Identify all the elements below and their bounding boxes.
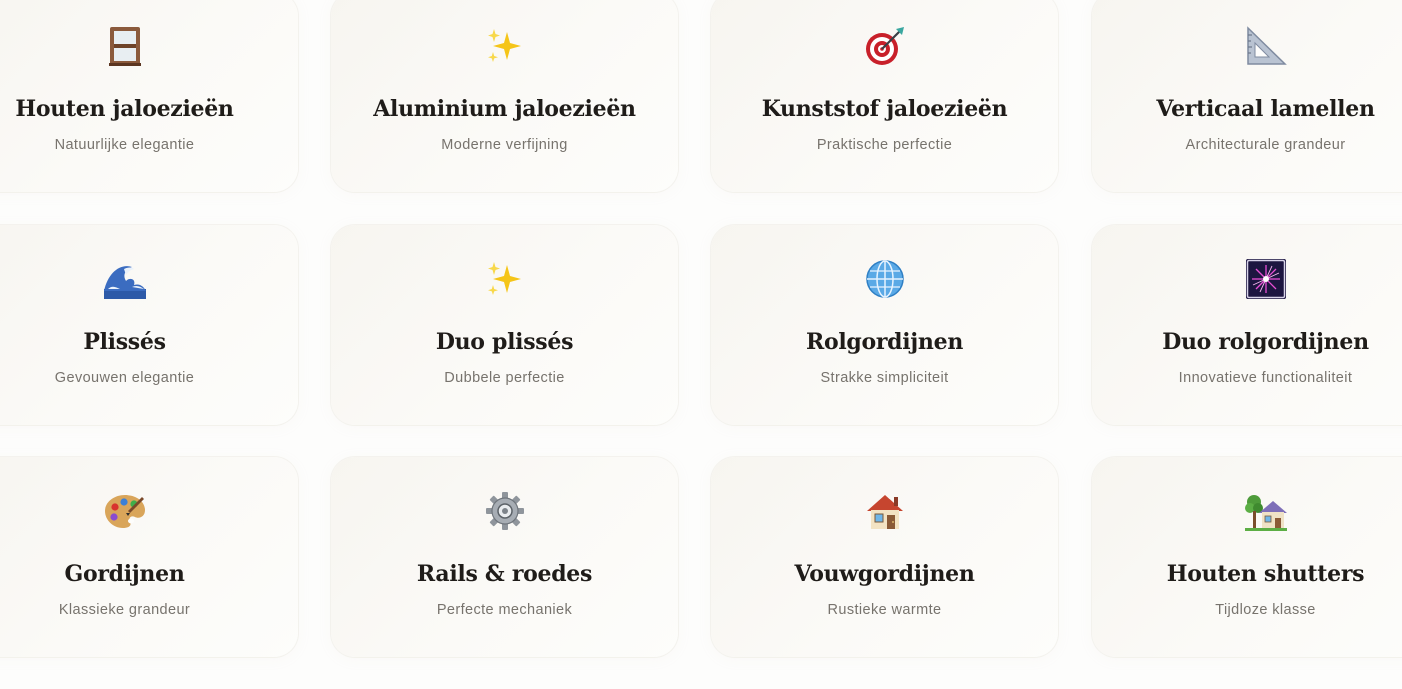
card-subtitle: Praktische perfectie [816,137,953,153]
card-subtitle: Architecturale grandeur [1185,137,1346,153]
card-rails-roedes[interactable]: Rails & roedes Perfecte mechaniek [331,457,678,657]
card-subtitle: Innovatieve functionaliteit [1178,370,1353,386]
wave-icon [103,257,147,301]
card-title: Duo plissés [435,329,574,355]
card-verticaal-lamellen[interactable]: Verticaal lamellen Architecturale grande… [1092,0,1402,192]
card-houten-jaloezieen[interactable]: Houten jaloezieën Natuurlijke elegantie [0,0,298,192]
gear-icon [483,489,527,533]
card-rolgordijnen[interactable]: Rolgordijnen Strakke simpliciteit [711,225,1058,425]
globe-icon [863,257,907,301]
card-subtitle: Tijdloze klasse [1215,602,1316,618]
card-subtitle: Perfecte mechaniek [436,602,573,618]
card-title: Houten shutters [1166,561,1365,587]
card-subtitle: Gevouwen elegantie [54,370,195,386]
card-subtitle: Natuurlijke elegantie [54,137,195,153]
card-houten-shutters[interactable]: Houten shutters Tijdloze klasse [1092,457,1402,657]
card-title: Aluminium jaloezieën [373,96,636,122]
triangle-ruler-icon [1244,24,1288,68]
card-duo-plisses[interactable]: Duo plissés Dubbele perfectie [331,225,678,425]
sparkles-icon [483,24,527,68]
product-grid: Houten jaloezieën Natuurlijke elegantie … [0,0,1402,689]
card-subtitle: Strakke simpliciteit [820,370,949,386]
card-title: Houten jaloezieën [15,96,234,122]
card-title: Duo rolgordijnen [1162,329,1369,355]
card-title: Verticaal lamellen [1156,96,1375,122]
house-garden-icon [1244,489,1288,533]
card-title: Rails & roedes [416,561,593,587]
window-icon [103,24,147,68]
card-title: Vouwgordijnen [794,561,975,587]
sparkles-icon [483,257,527,301]
card-title: Plissés [83,329,166,355]
palette-icon [103,489,147,533]
card-subtitle: Rustieke warmte [827,602,942,618]
card-subtitle: Dubbele perfectie [444,370,565,386]
card-duo-rolgordijnen[interactable]: Duo rolgordijnen Innovatieve functionali… [1092,225,1402,425]
card-subtitle: Moderne verfijning [441,137,568,153]
card-title: Gordijnen [64,561,185,587]
card-gordijnen[interactable]: Gordijnen Klassieke grandeur [0,457,298,657]
card-kunststof-jaloezieen[interactable]: Kunststof jaloezieën Praktische perfecti… [711,0,1058,192]
card-title: Rolgordijnen [805,329,964,355]
card-subtitle: Klassieke grandeur [58,602,191,618]
target-icon [863,24,907,68]
house-icon [863,489,907,533]
card-plisses[interactable]: Plissés Gevouwen elegantie [0,225,298,425]
firework-icon [1244,257,1288,301]
card-title: Kunststof jaloezieën [761,96,1008,122]
card-aluminium-jaloezieen[interactable]: Aluminium jaloezieën Moderne verfijning [331,0,678,192]
card-vouwgordijnen[interactable]: Vouwgordijnen Rustieke warmte [711,457,1058,657]
